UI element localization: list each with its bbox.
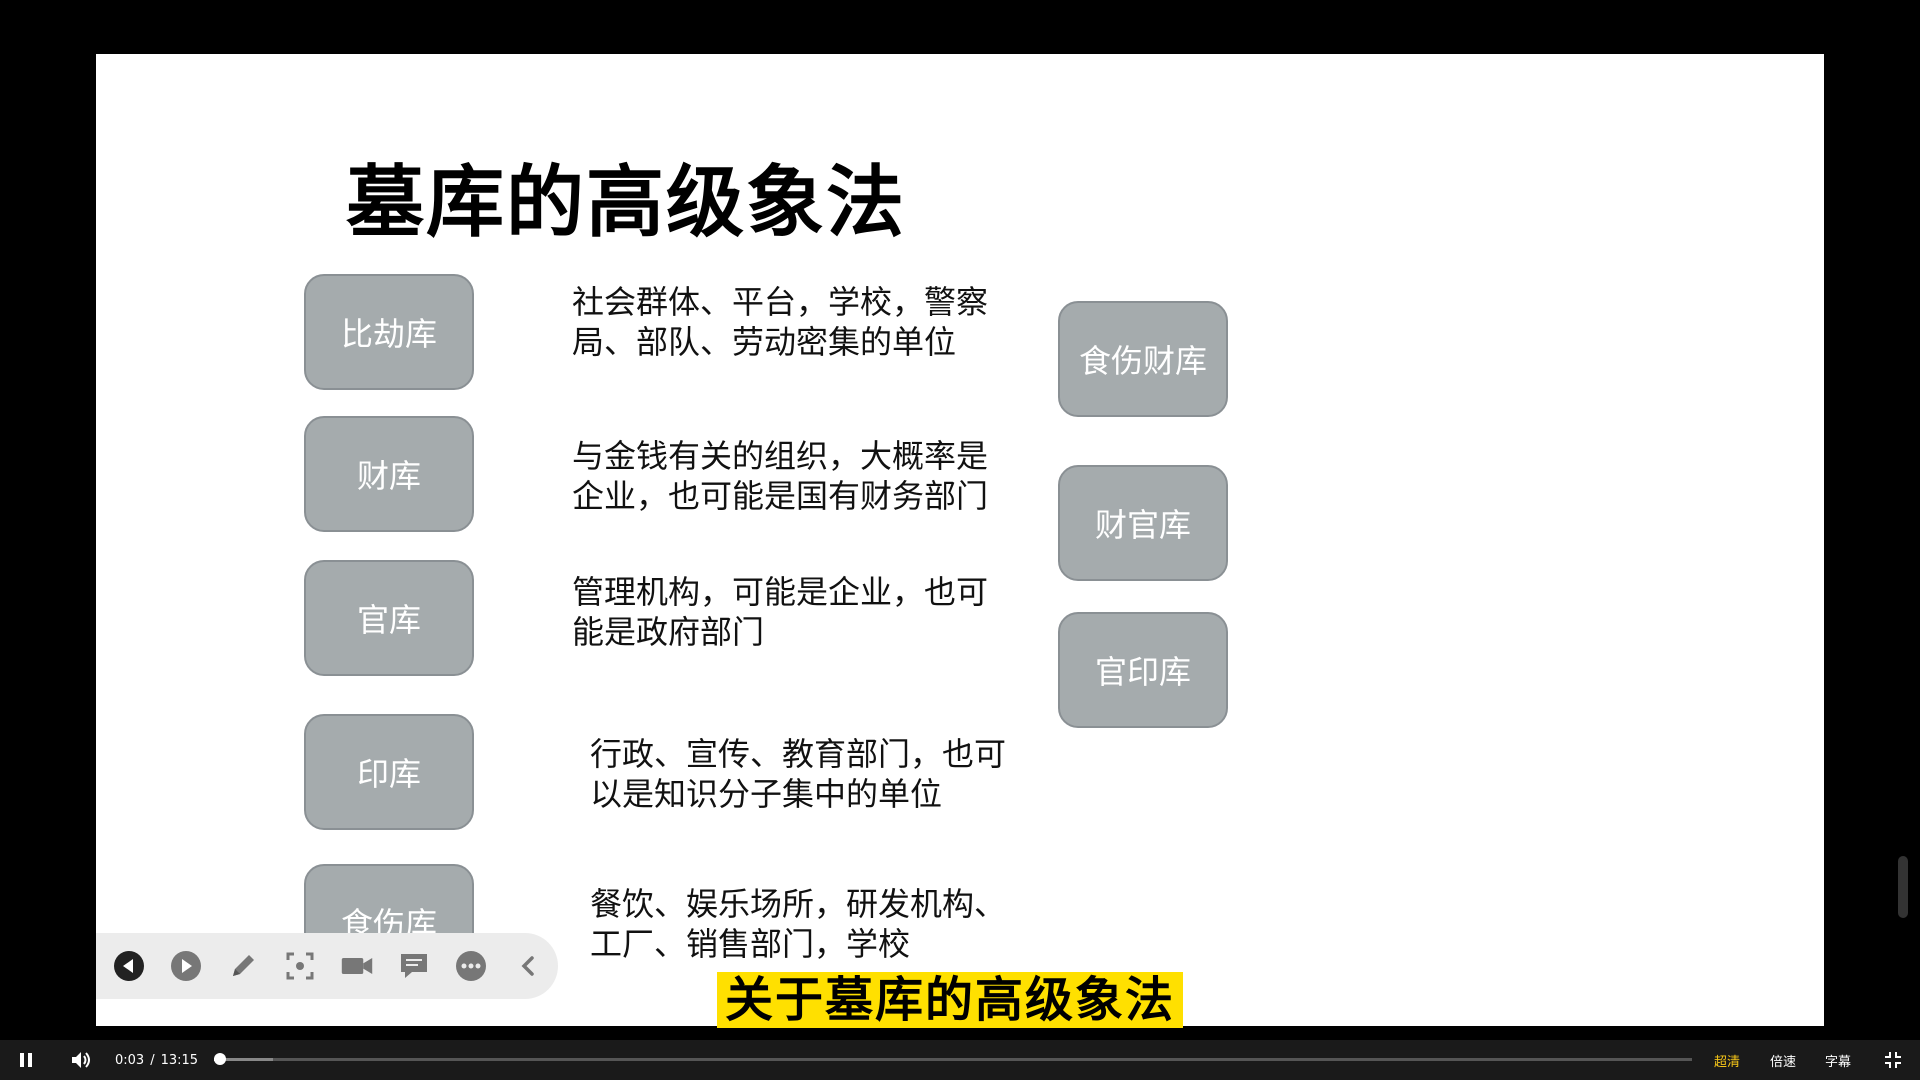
description-yin: 行政、宣传、教育部门，也可 以是知识分子集中的单位 [590, 734, 1030, 814]
description-line: 局、部队、劳动密集的单位 [572, 323, 957, 361]
subtitle-button[interactable]: 字幕 [1825, 1040, 1851, 1080]
pause-button[interactable] [16, 1040, 36, 1080]
description-line: 企业，也可能是国有财务部门 [572, 477, 989, 515]
box-shishang-cai-ku: 食伤财库 [1058, 301, 1228, 417]
volume-button[interactable] [70, 1040, 92, 1080]
pen-icon[interactable] [226, 949, 260, 983]
description-line: 与金钱有关的组织，大概率是 [572, 437, 989, 475]
next-icon[interactable] [169, 949, 203, 983]
quality-button[interactable]: 超清 [1714, 1040, 1740, 1080]
presentation-slide: 墓库的高级象法 比劫库 财库 官库 印库 食伤库 社会群体、平台，学校，警察 局… [96, 54, 1824, 1026]
exit-fullscreen-icon [1885, 1052, 1901, 1068]
description-line: 工厂、销售部门，学校 [590, 925, 911, 963]
description-line: 餐饮、娱乐场所，研发机构、 [590, 885, 1007, 923]
scrollbar-thumb[interactable] [1898, 856, 1908, 918]
screenshot-icon[interactable] [283, 949, 317, 983]
description-line: 行政、宣传、教育部门，也可 [590, 735, 1007, 773]
volume-icon [72, 1052, 90, 1068]
current-time: 0:03 [115, 1052, 145, 1068]
description-line: 社会群体、平台，学校，警察 [572, 283, 989, 321]
collapse-icon[interactable] [511, 949, 545, 983]
box-yin-ku: 印库 [304, 714, 474, 830]
time-separator: / [150, 1052, 155, 1068]
description-bijie: 社会群体、平台，学校，警察 局、部队、劳动密集的单位 [572, 282, 1012, 362]
box-bijie-ku: 比劫库 [304, 274, 474, 390]
box-caiguan-ku: 财官库 [1058, 465, 1228, 581]
camera-icon[interactable] [340, 949, 374, 983]
time-display: 0:03 / 13:15 [115, 1040, 198, 1080]
video-subtitle: 关于墓库的高级象法 [717, 972, 1184, 1028]
progress-bar[interactable] [213, 1053, 1692, 1065]
box-cai-ku: 财库 [304, 416, 474, 532]
exit-fullscreen-button[interactable] [1884, 1040, 1902, 1080]
box-guanyin-ku: 官印库 [1058, 612, 1228, 728]
description-line: 能是政府部门 [572, 613, 765, 651]
description-cai: 与金钱有关的组织，大概率是 企业，也可能是国有财务部门 [572, 436, 1012, 516]
description-line: 以是知识分子集中的单位 [590, 775, 943, 813]
pause-icon [20, 1053, 32, 1067]
comment-icon[interactable] [397, 949, 431, 983]
progress-handle[interactable] [213, 1053, 226, 1065]
speed-button[interactable]: 倍速 [1770, 1040, 1796, 1080]
total-duration: 13:15 [160, 1052, 199, 1068]
previous-icon[interactable] [112, 949, 146, 983]
slide-title: 墓库的高级象法 [346, 158, 907, 248]
box-guan-ku: 官库 [304, 560, 474, 676]
description-shishang: 餐饮、娱乐场所，研发机构、 工厂、销售部门，学校 [590, 884, 1030, 964]
description-guan: 管理机构，可能是企业，也可 能是政府部门 [572, 572, 1012, 652]
more-icon[interactable] [454, 949, 488, 983]
annotation-toolbar [96, 933, 558, 999]
description-line: 管理机构，可能是企业，也可 [572, 573, 989, 611]
